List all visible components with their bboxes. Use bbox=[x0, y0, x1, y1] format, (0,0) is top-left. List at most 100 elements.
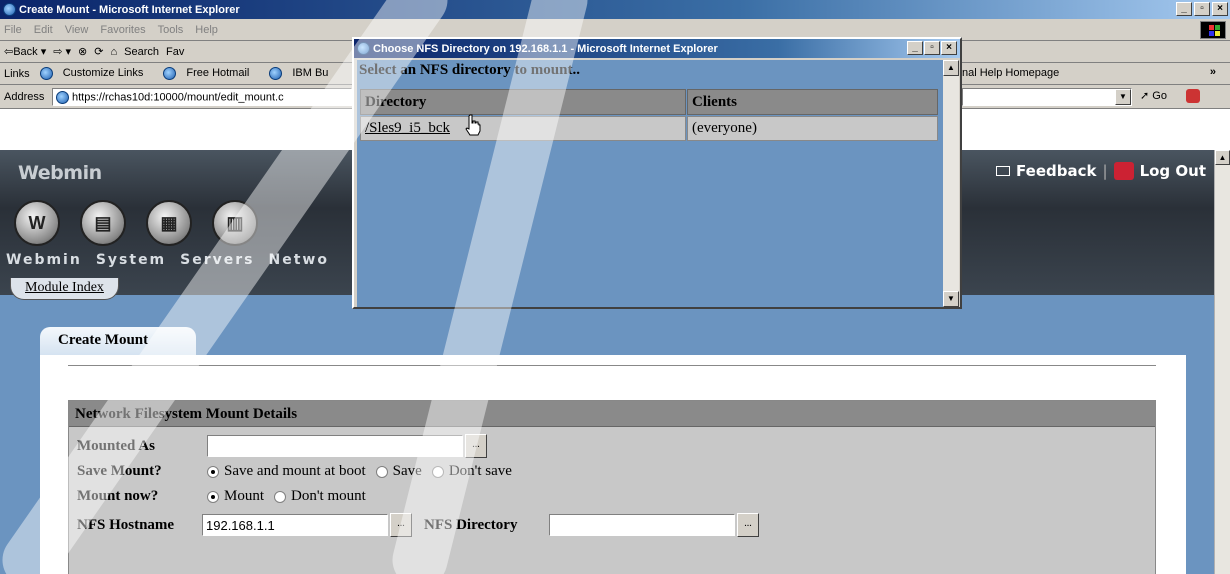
popup-maximize-button[interactable]: ▫ bbox=[924, 41, 940, 55]
minimize-button[interactable]: _ bbox=[1176, 2, 1192, 16]
mount-now-row: Mount now? Mount Don't mount bbox=[77, 488, 376, 505]
ie-icon bbox=[357, 42, 370, 55]
dont-mount-label: Don't mount bbox=[291, 488, 366, 504]
search-button[interactable]: Search bbox=[124, 46, 159, 58]
ie-icon bbox=[163, 67, 177, 80]
menu-tools[interactable]: Tools bbox=[158, 24, 184, 36]
radio-save[interactable] bbox=[375, 465, 388, 478]
mount-details-table: Network Filesystem Mount Details Mounted… bbox=[68, 400, 1156, 574]
logout-link[interactable]: Log Out bbox=[1140, 162, 1206, 180]
scroll-up-icon[interactable]: ▲ bbox=[1215, 150, 1230, 165]
mounted-as-input[interactable] bbox=[207, 435, 463, 457]
back-button[interactable]: ⇦Back ▾ bbox=[4, 45, 46, 58]
radio-dont-save[interactable] bbox=[431, 465, 444, 478]
popup-content: Select an NFS directory to mount.. Direc… bbox=[357, 60, 943, 307]
link-hotmail[interactable]: Free Hotmail bbox=[163, 67, 259, 80]
windows-logo-icon bbox=[1200, 21, 1226, 39]
link-customize[interactable]: Customize Links bbox=[39, 67, 154, 80]
network-icon[interactable]: ▥ bbox=[212, 200, 258, 246]
popup-scroll-up-icon[interactable]: ▲ bbox=[943, 60, 959, 76]
feedback-link[interactable]: Feedback bbox=[1016, 162, 1096, 180]
header-separator: | bbox=[1102, 162, 1108, 180]
link-help-homepage[interactable]: nal Help Homepage bbox=[962, 67, 1059, 79]
toolbar-extension-icon[interactable] bbox=[1186, 89, 1200, 103]
module-index-link[interactable]: Module Index bbox=[10, 278, 119, 300]
menu-file[interactable]: File bbox=[4, 24, 22, 36]
mount-now-label: Mount now? bbox=[77, 488, 159, 504]
address-input-end[interactable]: ▼ bbox=[962, 88, 1132, 106]
nfs-directory-label: NFS Directory bbox=[424, 516, 518, 533]
nfs-directory-input[interactable] bbox=[549, 514, 735, 536]
save-label: Save bbox=[392, 463, 422, 479]
system-icon[interactable]: ▤ bbox=[80, 200, 126, 246]
menu-edit[interactable]: Edit bbox=[34, 24, 53, 36]
logout-icon bbox=[1113, 162, 1134, 180]
forward-button[interactable]: ⇨ ▾ bbox=[53, 45, 71, 58]
links-label: Links bbox=[4, 67, 30, 80]
ie-icon bbox=[39, 67, 53, 80]
popup-minimize-button[interactable]: _ bbox=[907, 41, 923, 55]
clients-cell: (everyone) bbox=[687, 116, 938, 141]
nav-label-network[interactable]: Netwo bbox=[269, 252, 329, 268]
popup-scrollbar[interactable]: ▲ ▼ bbox=[943, 60, 959, 307]
directory-link[interactable]: /Sles9_i5_bck bbox=[365, 120, 450, 136]
nav-label-system[interactable]: System bbox=[96, 252, 166, 268]
nfs-hostname-input[interactable] bbox=[202, 514, 388, 536]
directory-table: Directory Clients /Sles9_i5_bck (everyon… bbox=[359, 88, 939, 142]
maximize-button[interactable]: ▫ bbox=[1194, 2, 1210, 16]
address-label: Address bbox=[4, 90, 45, 103]
radio-save-at-boot[interactable] bbox=[207, 465, 219, 478]
stop-button[interactable]: ⊗ bbox=[78, 45, 87, 58]
more-links-chevron-icon[interactable]: » bbox=[1210, 66, 1216, 78]
webmin-logo: Webmin bbox=[18, 162, 102, 184]
popup-title: Choose NFS Directory on 192.168.1.1 - Mi… bbox=[373, 42, 718, 55]
nfs-directory-browse-button[interactable]: ... bbox=[737, 513, 759, 537]
column-clients: Clients bbox=[687, 89, 938, 115]
page-scrollbar[interactable]: ▲ bbox=[1214, 150, 1230, 574]
webmin-icon[interactable]: W bbox=[14, 200, 60, 246]
menu-view[interactable]: View bbox=[65, 24, 89, 36]
hand-pointer-icon bbox=[465, 114, 481, 136]
popup-heading: Select an NFS directory to mount.. bbox=[359, 62, 580, 78]
divider bbox=[68, 365, 1156, 366]
content-panel: Network Filesystem Mount Details Mounted… bbox=[40, 355, 1186, 574]
address-dropdown-icon[interactable]: ▼ bbox=[1115, 89, 1131, 105]
favorites-button[interactable]: Fav bbox=[166, 46, 184, 58]
go-button[interactable]: ➚ Go bbox=[1140, 89, 1167, 102]
nfs-hostname-browse-button[interactable]: ... bbox=[390, 513, 412, 537]
radio-mount[interactable] bbox=[207, 490, 219, 503]
refresh-button[interactable]: ⟳ bbox=[94, 45, 103, 58]
nfs-directory-popup: Choose NFS Directory on 192.168.1.1 - Mi… bbox=[352, 37, 962, 309]
menu-favorites[interactable]: Favorites bbox=[100, 24, 145, 36]
nav-label-webmin[interactable]: Webmin bbox=[6, 252, 82, 268]
address-input[interactable]: https://rchas10d:10000/mount/edit_mount.… bbox=[52, 88, 352, 106]
mounted-as-browse-button[interactable]: ... bbox=[465, 434, 487, 458]
save-mount-row: Save Mount? Save and mount at boot Save … bbox=[77, 463, 522, 480]
mounted-as-label: Mounted As bbox=[77, 437, 155, 454]
popup-scroll-down-icon[interactable]: ▼ bbox=[943, 291, 959, 307]
save-at-boot-label: Save and mount at boot bbox=[224, 463, 366, 479]
servers-icon[interactable]: ▦ bbox=[146, 200, 192, 246]
table-row: /Sles9_i5_bck (everyone) bbox=[360, 116, 938, 141]
ie-icon bbox=[269, 67, 283, 80]
nfs-hostname-label: NFS Hostname bbox=[77, 516, 175, 533]
popup-close-button[interactable]: × bbox=[941, 41, 957, 55]
ie-icon bbox=[3, 3, 16, 16]
nfs-host-row: NFS Hostname ... NFS Directory ... bbox=[77, 513, 759, 537]
dont-save-label: Don't save bbox=[448, 463, 512, 479]
save-mount-label: Save Mount? bbox=[77, 463, 162, 479]
feedback-envelope-icon bbox=[996, 166, 1011, 176]
main-title-bar: Create Mount - Microsoft Internet Explor… bbox=[0, 0, 1230, 19]
popup-title-bar: Choose NFS Directory on 192.168.1.1 - Mi… bbox=[354, 39, 960, 58]
home-button[interactable]: ⌂ bbox=[110, 46, 117, 58]
window-title: Create Mount - Microsoft Internet Explor… bbox=[19, 3, 240, 16]
nav-label-servers[interactable]: Servers bbox=[180, 252, 254, 268]
link-ibm[interactable]: IBM Bu bbox=[269, 67, 338, 80]
section-title: Network Filesystem Mount Details bbox=[69, 401, 1155, 427]
mount-label: Mount bbox=[224, 488, 265, 504]
page-icon bbox=[56, 91, 69, 104]
column-directory: Directory bbox=[360, 89, 686, 115]
menu-help[interactable]: Help bbox=[195, 24, 218, 36]
radio-dont-mount[interactable] bbox=[274, 490, 287, 503]
close-button[interactable]: × bbox=[1212, 2, 1228, 16]
